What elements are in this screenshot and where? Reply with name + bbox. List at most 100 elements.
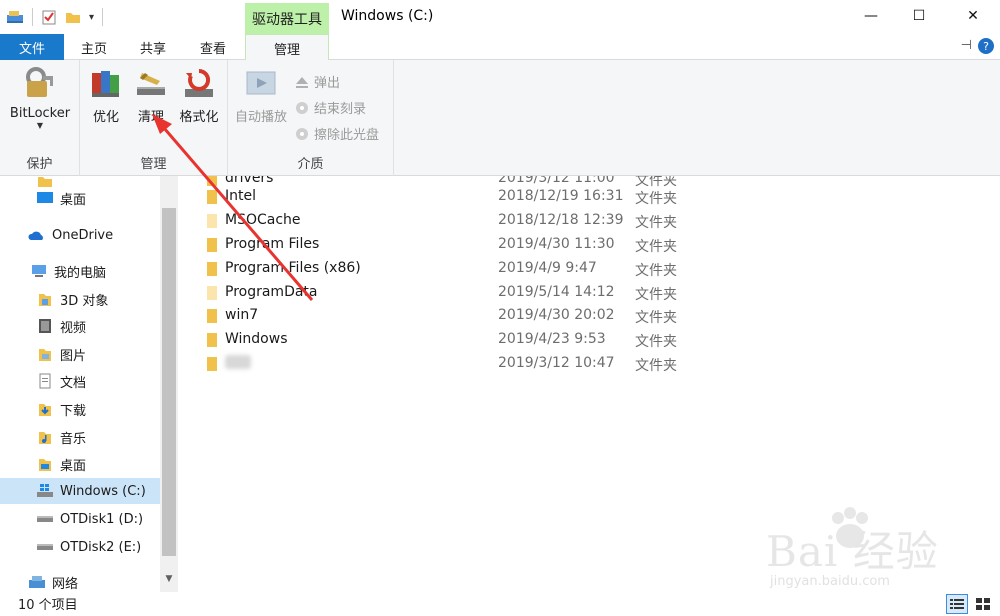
nav-item-videos[interactable]: 视频 <box>36 313 178 339</box>
file-name: ProgramData <box>225 284 318 300</box>
bitlocker-dropdown-icon: ▼ <box>36 121 44 130</box>
file-date: 2019/4/23 9:53 <box>498 331 606 347</box>
title-bar: ▾ 驱动器工具 Windows (C:) — ☐ ✕ <box>0 0 1000 35</box>
file-name: win7 <box>225 307 259 323</box>
redacted-blur <box>225 355 251 369</box>
minimize-button[interactable]: — <box>848 0 894 32</box>
file-row[interactable]: Program Files 2019/4/30 11:30 文件夹 <box>178 233 1000 257</box>
nav-label: 桌面 <box>60 192 87 208</box>
nav-item-otdisk2[interactable]: OTDisk2 (E:) <box>36 534 178 560</box>
format-label: 格式化 <box>179 110 219 125</box>
properties-icon[interactable] <box>41 9 57 25</box>
group-label-manage: 管理 <box>140 157 167 172</box>
file-name: Program Files (x86) <box>225 260 361 276</box>
nav-item-windows-c[interactable]: Windows (C:) <box>0 478 160 504</box>
details-view-icon <box>950 599 964 609</box>
file-name: MSOCache <box>225 212 301 228</box>
nav-label: 图片 <box>60 348 87 364</box>
tab-file[interactable]: 文件 <box>0 34 64 60</box>
desktop-icon <box>36 456 54 472</box>
nav-item-otdisk1[interactable]: OTDisk1 (D:) <box>36 506 178 532</box>
file-row[interactable]: win7 2019/4/30 20:02 文件夹 <box>178 304 1000 328</box>
tab-view[interactable]: 查看 <box>188 34 238 60</box>
file-type: 文件夹 <box>635 334 677 350</box>
optimize-button[interactable]: 优化 <box>86 66 126 125</box>
file-type: 文件夹 <box>635 358 677 374</box>
nav-item-this-pc[interactable]: 我的电脑 <box>30 258 178 284</box>
folder-icon <box>207 214 217 228</box>
maximize-icon: ☐ <box>912 8 926 24</box>
nav-item-desktop[interactable]: 桌面 <box>36 451 178 477</box>
close-icon: ✕ <box>967 8 979 24</box>
help-icon[interactable]: ? <box>978 38 994 54</box>
file-name: Intel <box>225 188 256 204</box>
3d-objects-icon <box>36 291 54 307</box>
nav-label: 文档 <box>60 375 87 391</box>
nav-label: 网络 <box>52 576 79 592</box>
details-view-button[interactable] <box>946 594 968 614</box>
eject-icon <box>294 74 310 90</box>
file-row[interactable]: 2019/3/12 10:47 文件夹 <box>178 352 1000 376</box>
autoplay-button[interactable]: 自动播放 <box>232 66 290 125</box>
downloads-icon <box>36 401 54 417</box>
file-date: 2019/4/30 20:02 <box>498 307 615 323</box>
pin-ribbon-icon[interactable]: ⊣ <box>961 38 972 53</box>
maximize-button[interactable]: ☐ <box>896 0 942 32</box>
nav-item-downloads[interactable]: 下载 <box>36 396 178 422</box>
cleanup-button[interactable]: 清理 <box>130 66 172 125</box>
tab-manage[interactable]: 管理 <box>245 34 329 61</box>
nav-item-network[interactable]: 网络 <box>28 569 178 592</box>
tab-share[interactable]: 共享 <box>128 34 178 60</box>
explorer-app-icon[interactable] <box>6 9 24 25</box>
group-label-protect: 保护 <box>26 157 53 172</box>
nav-label: OTDisk1 (D:) <box>60 511 144 527</box>
window-title: Windows (C:) <box>341 8 434 24</box>
nav-item-onedrive[interactable]: OneDrive <box>28 222 178 248</box>
tab-home[interactable]: 主页 <box>70 34 118 60</box>
format-button[interactable]: 格式化 <box>174 66 224 125</box>
group-label-media: 介质 <box>297 157 324 172</box>
drive-tools-context-title: 驱动器工具 <box>245 3 329 35</box>
file-row[interactable]: ProgramData 2019/5/14 14:12 文件夹 <box>178 281 1000 305</box>
documents-icon <box>36 373 54 389</box>
nav-item-music[interactable]: 音乐 <box>36 424 178 450</box>
nav-item-3d-objects[interactable]: 3D 对象 <box>36 286 178 312</box>
nav-item-pictures[interactable]: 图片 <box>36 341 178 367</box>
erase-disc-button[interactable]: 擦除此光盘 <box>294 124 379 143</box>
close-button[interactable]: ✕ <box>950 0 996 32</box>
file-row[interactable]: Program Files (x86) 2019/4/9 9:47 文件夹 <box>178 257 1000 281</box>
large-icons-view-button[interactable] <box>972 594 994 614</box>
network-icon <box>28 574 46 590</box>
bitlocker-button[interactable]: BitLocker ▼ <box>6 66 74 130</box>
folder-icon <box>207 286 217 300</box>
file-date: 2019/5/14 14:12 <box>498 284 615 300</box>
new-folder-icon[interactable] <box>65 9 81 25</box>
scroll-down-icon[interactable]: ▼ <box>163 574 175 584</box>
watermark-brand: Bai 经验 <box>766 527 939 576</box>
finish-burn-button[interactable]: 结束刻录 <box>294 98 366 117</box>
ribbon: BitLocker ▼ 保护 优化 清理 格式化 管理 自动播放 弹出 结束刻录… <box>0 60 1000 176</box>
cleanup-icon <box>133 66 169 102</box>
folder-icon <box>207 262 217 276</box>
file-row[interactable]: Windows 2019/4/23 9:53 文件夹 <box>178 328 1000 352</box>
file-type: 文件夹 <box>635 310 677 326</box>
file-row[interactable]: Intel 2018/12/19 16:31 文件夹 <box>178 185 1000 209</box>
watermark-url: jingyan.baidu.com <box>770 574 890 589</box>
nav-label: 3D 对象 <box>60 293 109 309</box>
folder-icon <box>207 357 217 371</box>
file-date: 2019/4/9 9:47 <box>498 260 597 276</box>
finish-burn-icon <box>294 100 310 116</box>
cleanup-label: 清理 <box>137 110 164 125</box>
nav-label: OTDisk2 (E:) <box>60 539 142 555</box>
nav-item-documents[interactable]: 文档 <box>36 368 178 394</box>
eject-button[interactable]: 弹出 <box>294 72 340 91</box>
file-row[interactable]: MSOCache 2018/12/18 12:39 文件夹 <box>178 209 1000 233</box>
qat-dropdown-icon[interactable]: ▾ <box>89 12 94 23</box>
folder-icon <box>207 309 217 323</box>
nav-scrollbar[interactable]: ▼ <box>160 176 178 592</box>
optimize-label: 优化 <box>92 110 119 125</box>
nav-item-desktop-quick[interactable]: 桌面 <box>36 185 178 211</box>
pictures-icon <box>36 346 54 362</box>
ribbon-tabs: 文件 主页 共享 查看 管理 ⊣ ? <box>0 34 1000 61</box>
nav-scrollbar-thumb[interactable] <box>162 208 176 556</box>
